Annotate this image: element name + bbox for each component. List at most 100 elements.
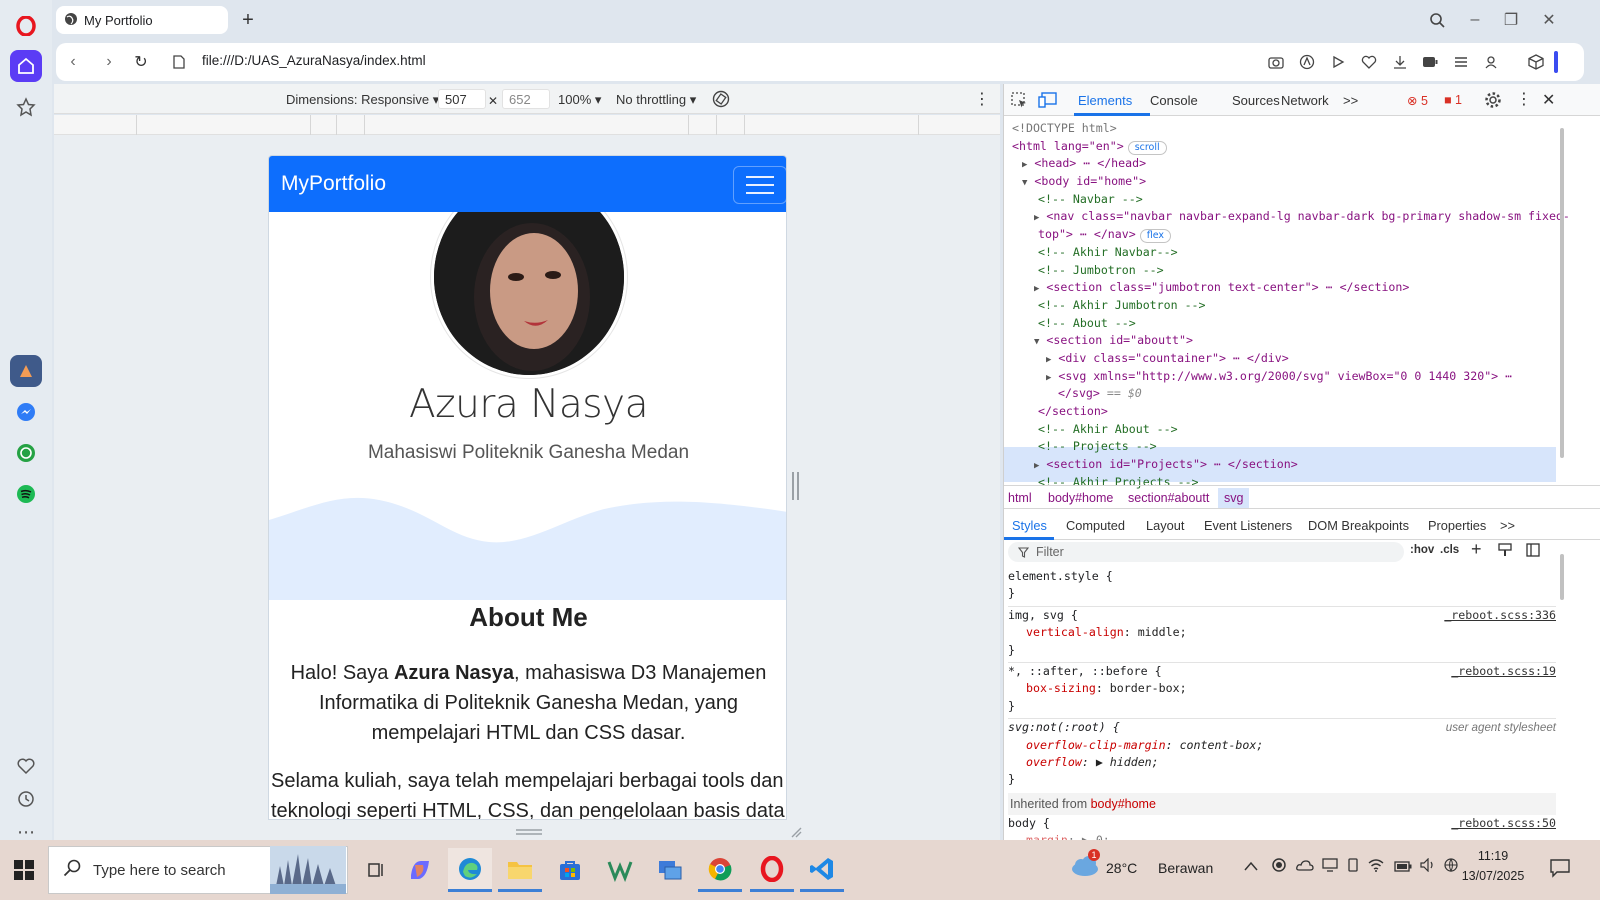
viewport-width-resize-handle[interactable] (790, 472, 800, 504)
wifi-icon[interactable] (1368, 858, 1384, 875)
width-input[interactable]: 507 (438, 89, 486, 109)
tab-styles[interactable]: Styles (1012, 518, 1047, 533)
dom-line[interactable]: ▶ <section class="jumbotron text-center"… (1012, 279, 1592, 297)
store-icon[interactable] (548, 848, 592, 892)
css-selector[interactable]: element.style { (1008, 568, 1556, 585)
weather-temp[interactable]: 28°C (1106, 860, 1137, 876)
device-toggle-icon[interactable] (1038, 91, 1058, 112)
taskbar-clock[interactable]: 11:19 13/07/2025 (1458, 846, 1528, 886)
weather-text[interactable]: Berawan (1158, 860, 1213, 876)
task-view-icon[interactable] (354, 848, 398, 892)
show-hidden-icons-icon[interactable] (1244, 858, 1258, 874)
extensions-cube-icon[interactable] (1526, 52, 1546, 72)
close-window-button[interactable]: ✕ (1534, 6, 1564, 34)
hover-state-toggle[interactable]: :hov (1410, 544, 1434, 556)
crumb-svg[interactable]: svg (1218, 488, 1250, 508)
height-input[interactable]: 652 (502, 89, 550, 109)
styles-filter-input[interactable]: Filter (1008, 542, 1404, 562)
dom-line[interactable]: <!DOCTYPE html> (1012, 120, 1592, 138)
rotate-icon[interactable] (712, 90, 730, 111)
dom-scrollbar[interactable] (1560, 128, 1564, 458)
scroll-badge[interactable]: scroll (1127, 140, 1167, 155)
navbar-toggler-button[interactable] (733, 166, 786, 204)
tab-layout[interactable]: Layout (1146, 518, 1184, 533)
sidebar-toggle-icon[interactable] (1526, 543, 1540, 560)
class-toggle[interactable]: .cls (1440, 544, 1459, 556)
home-icon[interactable] (10, 50, 42, 82)
dom-line[interactable]: <html lang="en"> scroll (1012, 138, 1592, 156)
forward-button[interactable]: › (98, 51, 120, 73)
dom-line[interactable]: <!-- Akhir Navbar--> (1012, 244, 1592, 262)
control-panel-icon[interactable] (648, 848, 692, 892)
url-field[interactable]: file:///D:/UAS_AzuraNasya/index.html (202, 53, 426, 68)
easy-setup-icon[interactable] (1451, 52, 1471, 72)
dom-line[interactable]: ▶ <div class="countainer"> ⋯ </div> (1012, 350, 1592, 368)
zoom-dropdown[interactable]: 100% ▾ (558, 92, 601, 108)
play-icon[interactable] (1328, 52, 1348, 72)
css-selector[interactable]: body { (1008, 816, 1050, 830)
spotify-icon[interactable] (10, 478, 42, 510)
edge-icon[interactable] (448, 848, 492, 892)
css-value[interactable]: border-box; (1110, 681, 1187, 695)
dom-line[interactable]: top"> ⋯ </nav> flex (1012, 226, 1592, 244)
warning-count[interactable]: ■ 1 (1444, 93, 1462, 107)
css-property[interactable]: overflow (1026, 755, 1082, 769)
tab-dom-breakpoints[interactable]: DOM Breakpoints (1308, 518, 1409, 533)
browser-tab[interactable]: My Portfolio (56, 6, 228, 34)
dom-line[interactable]: <!-- About --> (1012, 315, 1592, 333)
css-selector[interactable]: *, ::after, ::before { (1008, 664, 1162, 678)
search-tabs-icon[interactable] (1422, 6, 1452, 34)
volume-icon[interactable] (1420, 857, 1436, 875)
display-icon[interactable] (1322, 858, 1338, 875)
app-launcher-icon[interactable] (10, 355, 42, 387)
tab-properties[interactable]: Properties (1428, 518, 1486, 533)
device-menu-icon[interactable]: ⋮ (974, 89, 990, 109)
dom-line[interactable]: ▶ <head> ⋯ </head> (1012, 155, 1592, 173)
tab-elements[interactable]: Elements (1078, 93, 1132, 108)
windows-start-icon[interactable] (14, 860, 34, 883)
history-icon[interactable] (10, 783, 42, 815)
throttling-dropdown[interactable]: No throttling ▾ (616, 92, 696, 108)
css-property[interactable]: vertical-align (1026, 625, 1124, 639)
translate-icon[interactable] (1297, 52, 1317, 72)
corner-resize-handle[interactable] (790, 826, 802, 841)
tab-sources[interactable]: Sources (1232, 93, 1280, 108)
dom-line[interactable]: <!-- Akhir About --> (1012, 421, 1592, 439)
minimize-button[interactable]: – (1460, 6, 1490, 34)
close-devtools-icon[interactable]: ✕ (1542, 90, 1555, 110)
download-icon[interactable] (1390, 52, 1410, 72)
css-property[interactable]: box-sizing (1026, 681, 1096, 695)
tab-console[interactable]: Console (1150, 93, 1198, 108)
whatsapp-icon[interactable] (10, 437, 42, 469)
css-source-link[interactable]: _reboot.scss:19 (1451, 663, 1556, 680)
battery-icon[interactable] (1394, 859, 1412, 875)
viewport-height-resize-handle[interactable] (514, 824, 544, 835)
devtools-menu-icon[interactable]: ⋮ (1516, 89, 1532, 109)
add-rule-icon[interactable]: + (1471, 539, 1482, 560)
profile-icon[interactable] (1481, 52, 1501, 72)
css-selector[interactable]: svg:not(:root) { (1008, 720, 1120, 734)
navbar-brand[interactable]: MyPortfolio (281, 172, 386, 196)
onedrive-icon[interactable] (1296, 858, 1314, 874)
dom-line[interactable]: <!-- Navbar --> (1012, 191, 1592, 209)
ms-app-icon[interactable] (598, 848, 642, 892)
device-icon[interactable] (1346, 858, 1360, 875)
battery-saver-icon[interactable] (1420, 52, 1440, 72)
new-tab-button[interactable]: + (236, 8, 260, 32)
dom-line[interactable]: ▼ <body id="home"> (1012, 173, 1592, 191)
maximize-button[interactable]: ❐ (1496, 6, 1526, 34)
dom-line[interactable]: </section> (1012, 403, 1592, 421)
paint-brush-icon[interactable] (1498, 543, 1512, 560)
messenger-icon[interactable] (10, 396, 42, 428)
aria-star-icon[interactable] (10, 91, 42, 123)
css-value[interactable]: middle; (1138, 625, 1187, 639)
language-icon[interactable] (1444, 858, 1458, 875)
more-styles-tabs-button[interactable]: >> (1500, 518, 1515, 533)
opera-logo-icon[interactable] (10, 10, 42, 42)
dom-line[interactable]: ▶ <section id="Projects"> ⋯ </section> (1012, 456, 1592, 474)
css-source-link[interactable]: _reboot.scss:50 (1451, 815, 1556, 832)
tab-computed[interactable]: Computed (1066, 518, 1125, 533)
error-count[interactable]: ⊗ 5 (1407, 93, 1428, 108)
styles-scrollbar[interactable] (1560, 554, 1564, 600)
back-button[interactable]: ‹ (62, 51, 84, 73)
